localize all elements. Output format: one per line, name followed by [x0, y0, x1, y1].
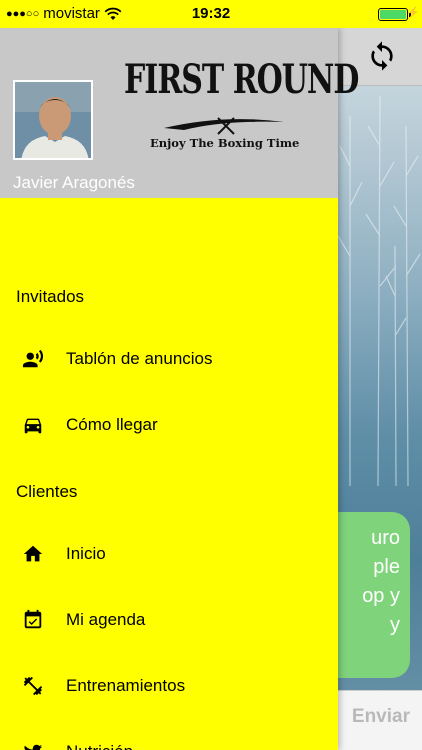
send-button[interactable]: Enviar: [352, 706, 410, 728]
menu-item-label: Entrenamientos: [66, 676, 186, 695]
bird-icon: [0, 740, 66, 750]
logo-subtitle: Enjoy The Boxing Time: [150, 136, 300, 150]
menu-item-nutricion[interactable]: Nutrición: [0, 722, 338, 750]
battery-icon: [378, 8, 408, 21]
menu-item-tablon-de-anuncios[interactable]: Tablón de anuncios: [0, 329, 338, 389]
menu-item-label: Nutrición: [66, 742, 133, 750]
record-voice-icon: [0, 347, 66, 371]
section-title-invitados: Invitados: [16, 287, 85, 306]
menu-item-label: Inicio: [66, 544, 106, 563]
car-icon: [0, 413, 66, 437]
home-icon: [0, 542, 66, 566]
menu-item-entrenamientos[interactable]: Entrenamientos: [0, 656, 338, 716]
first-round-logo: FIRST ROUND Enjoy The Boxing Time: [124, 56, 359, 154]
menu-item-label: Mi agenda: [66, 610, 146, 629]
menu-item-inicio[interactable]: Inicio: [0, 524, 338, 584]
menu-item-label: Cómo llegar: [66, 415, 158, 434]
refresh-icon[interactable]: [362, 36, 402, 76]
avatar[interactable]: [13, 80, 93, 160]
logo-swoosh: [164, 117, 284, 135]
logo-title: FIRST ROUND: [124, 56, 359, 104]
calendar-check-icon: [0, 608, 66, 632]
user-name: Javier Aragonés: [13, 173, 135, 192]
menu-item-como-llegar[interactable]: Cómo llegar: [0, 395, 338, 455]
status-bar: ●●●○○ movistar 19:32 ⚡: [0, 0, 422, 28]
menu-item-mi-agenda[interactable]: Mi agenda: [0, 590, 338, 650]
menu-item-label: Tablón de anuncios: [66, 349, 213, 368]
navigation-drawer: FIRST ROUND Enjoy The Boxing Time Javier…: [0, 28, 359, 750]
charging-icon: ⚡: [406, 7, 420, 19]
clock: 19:32: [191, 5, 231, 22]
section-title-clientes: Clientes: [16, 482, 78, 501]
dumbbell-icon: [0, 674, 66, 698]
frosted-trees-background: [338, 95, 421, 486]
drawer-header: FIRST ROUND Enjoy The Boxing Time Javier…: [0, 28, 359, 198]
